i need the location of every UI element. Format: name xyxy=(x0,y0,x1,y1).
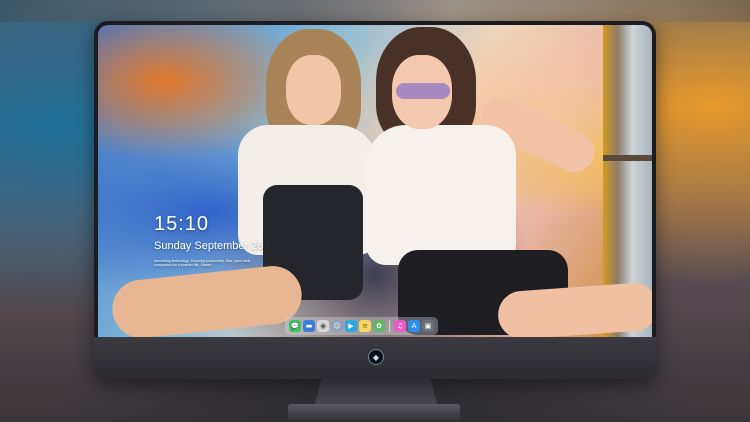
messages-icon[interactable]: 💬 xyxy=(289,320,301,332)
notes-icon[interactable]: ≡ xyxy=(359,320,371,332)
dock: 💬 ▬ ◉ ☺ ▶ ≡ ✿ ♫ A ▣ xyxy=(285,317,438,335)
monitor: 15:10 Sunday September 28 Innovating tec… xyxy=(94,21,656,379)
background-blur xyxy=(0,0,750,22)
wallpaper-figure-face xyxy=(286,55,341,125)
wallpaper-figure-leg xyxy=(109,263,305,337)
monitor-stand-neck xyxy=(314,379,438,407)
finder-icon[interactable]: ☺ xyxy=(331,320,343,332)
wallpaper-figure2-sunglasses xyxy=(396,83,450,99)
brand-logo-icon: ◆ xyxy=(368,349,384,365)
files-icon[interactable]: ▬ xyxy=(303,320,315,332)
lock-screen[interactable]: 15:10 Sunday September 28 Innovating tec… xyxy=(98,25,652,337)
lockscreen-clock: 15:10 xyxy=(154,213,210,235)
photos-icon[interactable]: ✿ xyxy=(373,320,385,332)
lockscreen-tagline: Innovating technology, Ensuring producti… xyxy=(154,259,251,268)
lockscreen-date: Sunday September 28 xyxy=(154,240,264,252)
browser-icon[interactable]: ◉ xyxy=(317,320,329,332)
wallpaper-figure2-shirt xyxy=(366,125,516,265)
music-icon[interactable]: ♫ xyxy=(394,320,406,332)
appstore-icon[interactable]: A xyxy=(408,320,420,332)
dock-separator xyxy=(389,320,390,332)
monitor-stand-base xyxy=(288,404,460,422)
wallpaper-window-bar xyxy=(603,155,652,161)
video-icon[interactable]: ▶ xyxy=(345,320,357,332)
settings-icon[interactable]: ▣ xyxy=(422,320,434,332)
